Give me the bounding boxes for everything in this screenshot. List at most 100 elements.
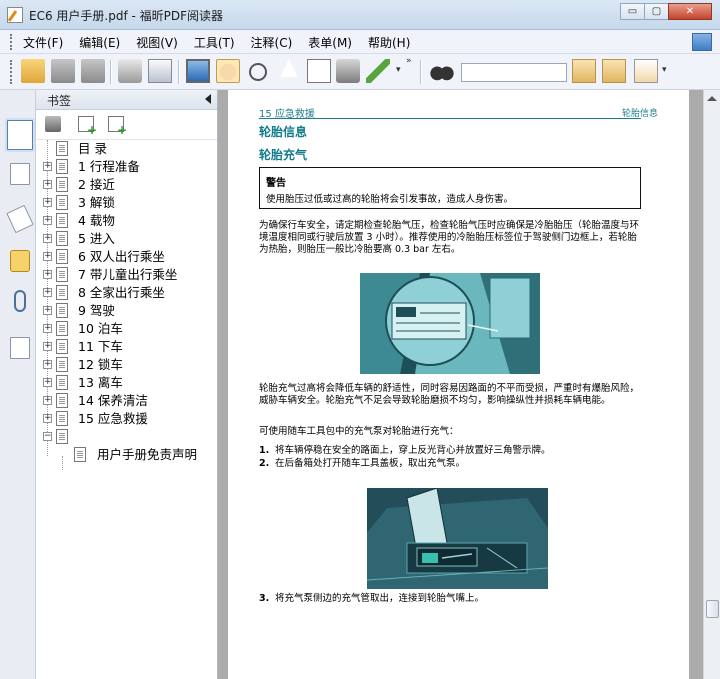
menu-comment[interactable]: 注释(C) (251, 34, 293, 51)
prev-result-icon[interactable] (572, 59, 596, 83)
chevron-down-icon[interactable]: ▾ (662, 65, 667, 75)
comments-panel-icon[interactable] (10, 250, 30, 272)
menu-file[interactable]: 文件(F) (23, 34, 63, 51)
expand-icon[interactable]: + (43, 198, 52, 207)
toolbar-grip-icon[interactable] (10, 60, 13, 84)
signatures-panel-icon[interactable] (10, 337, 30, 359)
bookmark-doc-icon (56, 159, 68, 174)
bookmark-item[interactable]: + 10 泊车 (36, 320, 217, 338)
chevron-down-icon[interactable]: ▾ (396, 65, 401, 75)
text-note-icon[interactable] (307, 59, 331, 83)
bookmark-item[interactable]: 用户手册免责声明 (36, 446, 217, 464)
monitor-icon[interactable] (186, 59, 210, 83)
bookmark-label: 14 保养清洁 (78, 393, 148, 408)
bookmark-item[interactable]: + 2 接近 (36, 176, 217, 194)
hand-tool-icon[interactable] (216, 59, 240, 83)
bookmark-label: 5 进入 (78, 231, 115, 246)
expand-icon[interactable]: + (43, 252, 52, 261)
tire-pressure-label-figure (360, 273, 540, 374)
layers-panel-icon[interactable] (6, 204, 34, 234)
bookmark-label: 9 驾驶 (78, 303, 115, 318)
add-bookmark-icon[interactable] (78, 116, 97, 137)
bookmark-item[interactable]: + 14 保养清洁 (36, 392, 217, 410)
bookmarks-panel-icon[interactable] (7, 120, 33, 150)
expand-icon[interactable]: + (43, 306, 52, 315)
select-cursor-icon[interactable] (280, 59, 298, 77)
bookmark-doc-icon (56, 321, 68, 336)
pages-panel-icon[interactable] (10, 163, 30, 185)
bookmark-item[interactable]: + 12 锁车 (36, 356, 217, 374)
close-button[interactable]: ✕ (668, 3, 712, 20)
bookmark-item[interactable]: + 15 应急救援 (36, 410, 217, 428)
bookmark-item[interactable]: + 11 下车 (36, 338, 217, 356)
bookmark-item[interactable]: 目 录 (36, 140, 217, 158)
save-all-icon[interactable] (81, 59, 105, 83)
scan-icon[interactable] (148, 59, 172, 83)
zoom-glass-icon[interactable] (249, 63, 267, 81)
add-child-bookmark-icon[interactable] (108, 116, 127, 137)
expand-icon[interactable]: + (43, 234, 52, 243)
expand-icon[interactable]: + (43, 378, 52, 387)
bookmark-doc-icon (56, 393, 68, 408)
save-icon[interactable] (51, 59, 75, 83)
collapse-panel-icon[interactable] (205, 94, 211, 104)
attachments-panel-icon[interactable] (14, 290, 26, 312)
bookmark-label: 6 双人出行乘坐 (78, 249, 165, 264)
expand-icon[interactable]: + (43, 162, 52, 171)
document-view[interactable]: 15 应急救援 轮胎信息 轮胎信息 轮胎充气 警告 使用胎压过低或过高的轮胎将会… (218, 90, 703, 679)
bookmark-item[interactable]: + 5 进入 (36, 230, 217, 248)
section-heading: 轮胎信息 (259, 125, 308, 139)
toolbar: ▾ » ▾ (0, 54, 720, 90)
bookmark-item[interactable]: + 9 驾驶 (36, 302, 217, 320)
hourglass-icon[interactable] (634, 59, 658, 83)
expand-icon[interactable]: + (43, 288, 52, 297)
expand-icon[interactable]: + (43, 270, 52, 279)
bookmark-item[interactable]: + 8 全家出行乘坐 (36, 284, 217, 302)
title-bar: EC6 用户手册.pdf - 福昕PDF阅读器 ▭ ▢ ✕ (0, 0, 720, 30)
bookmark-item[interactable]: + 4 载物 (36, 212, 217, 230)
menu-grip-icon[interactable] (10, 34, 13, 50)
expand-icon[interactable]: + (43, 414, 52, 423)
app-logo-icon (7, 7, 23, 23)
expand-icon[interactable]: + (43, 180, 52, 189)
binoculars-icon[interactable] (430, 59, 454, 83)
snapshot-camera-icon[interactable] (336, 59, 360, 83)
open-folder-icon[interactable] (21, 59, 45, 83)
menu-edit[interactable]: 编辑(E) (79, 34, 120, 51)
bookmark-item[interactable]: + 1 行程准备 (36, 158, 217, 176)
search-input[interactable] (461, 63, 567, 82)
bookmark-doc-icon (56, 429, 68, 444)
scroll-thumb[interactable] (706, 600, 719, 618)
bookmark-item[interactable]: + 3 解锁 (36, 194, 217, 212)
bookmark-item[interactable]: + 7 带儿童出行乘坐 (36, 266, 217, 284)
paragraph: 轮胎充气过高将会降低车辆的舒适性，同时容易因路面的不平而受损，严重时有爆胎风险，… (259, 383, 640, 406)
vertical-scrollbar[interactable] (703, 90, 720, 679)
collapse-icon[interactable]: − (43, 432, 52, 441)
menu-tools[interactable]: 工具(T) (194, 34, 235, 51)
header-rule (259, 118, 641, 119)
bookmark-label: 3 解锁 (78, 195, 115, 210)
bookmark-item[interactable]: + 13 离车 (36, 374, 217, 392)
print-icon[interactable] (118, 59, 142, 83)
minimize-button[interactable]: ▭ (620, 3, 645, 20)
expand-icon[interactable]: + (43, 342, 52, 351)
next-result-icon[interactable] (602, 59, 626, 83)
list-text: 将充气泵侧边的充气管取出，连接到轮胎气嘴上。 (275, 593, 485, 604)
bookmarks-title: 书签 (46, 94, 71, 108)
overflow-icon[interactable]: » (406, 56, 412, 66)
list-number: 1. (259, 445, 270, 456)
scroll-up-icon[interactable] (707, 96, 717, 101)
bookmark-item[interactable]: + 6 双人出行乘坐 (36, 248, 217, 266)
maximize-button[interactable]: ▢ (644, 3, 669, 20)
expand-icon[interactable]: + (43, 324, 52, 333)
bookmark-item[interactable]: − (36, 428, 217, 446)
expand-icon[interactable]: + (43, 396, 52, 405)
pen-icon[interactable] (366, 59, 390, 83)
menu-view[interactable]: 视图(V) (136, 34, 178, 51)
delete-bookmark-icon[interactable] (45, 116, 61, 132)
restore-layout-icon[interactable] (692, 33, 712, 51)
menu-form[interactable]: 表单(M) (308, 34, 352, 51)
expand-icon[interactable]: + (43, 216, 52, 225)
menu-help[interactable]: 帮助(H) (368, 34, 410, 51)
expand-icon[interactable]: + (43, 360, 52, 369)
